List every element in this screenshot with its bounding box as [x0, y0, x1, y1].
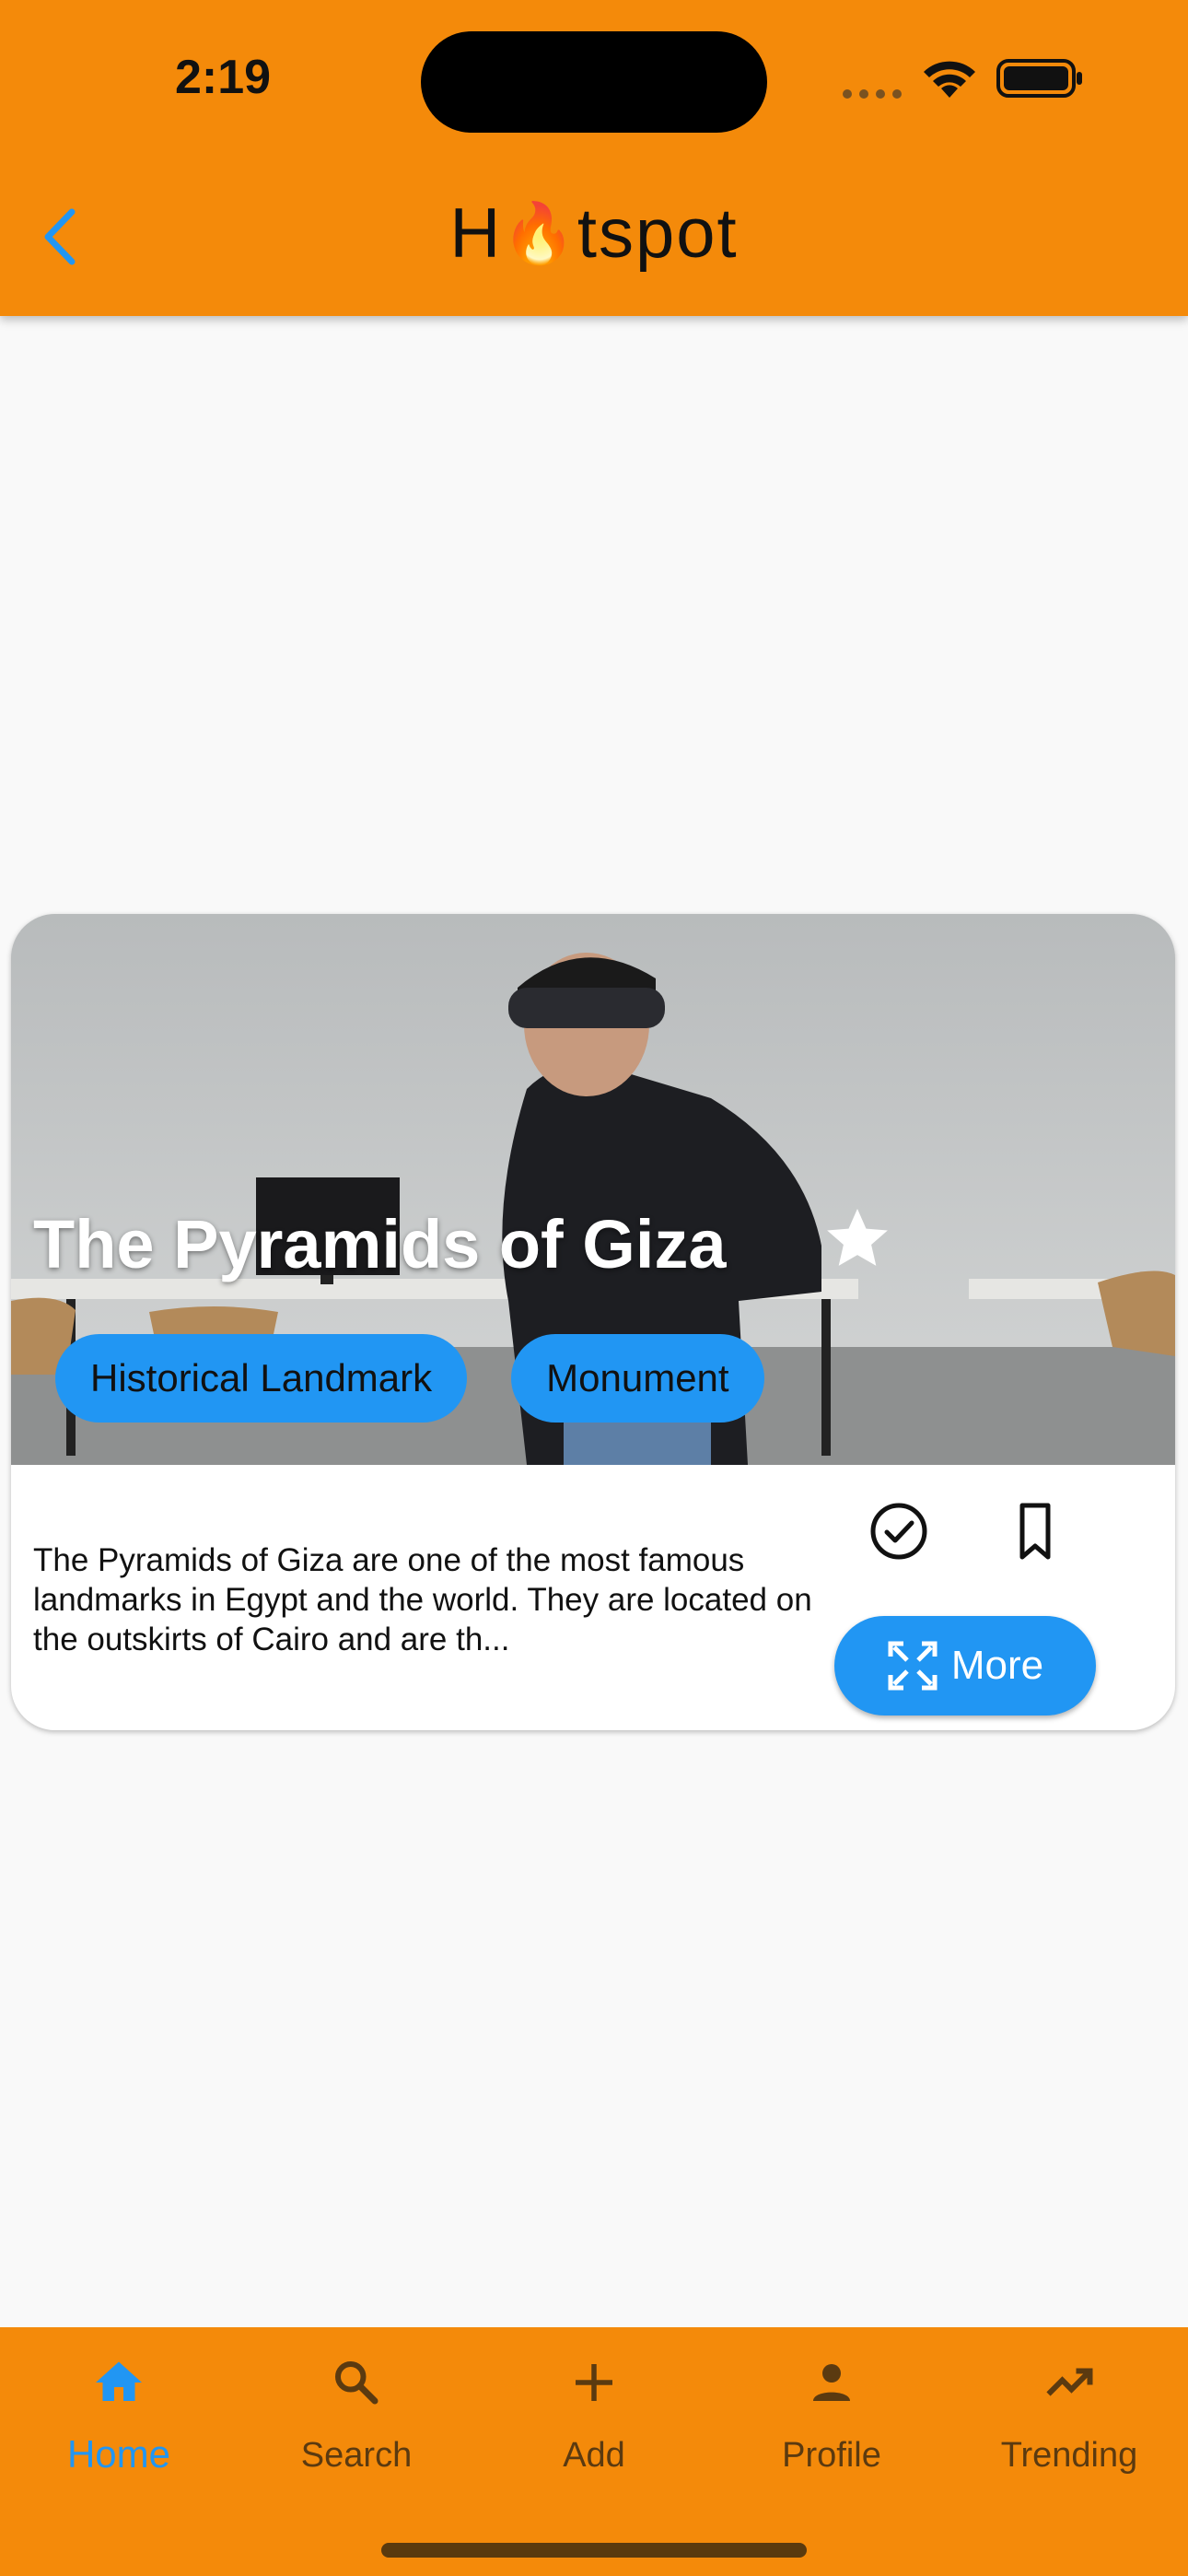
star-full-icon: [832, 1209, 1020, 1270]
profile-icon: [813, 2364, 850, 2401]
star-full-icon: [832, 1209, 1087, 1270]
nav-profile-label: Profile: [782, 2436, 881, 2475]
tag-list: Historical Landmark Monument: [55, 1334, 764, 1423]
nav-trending[interactable]: Trending: [950, 2327, 1188, 2512]
star-full-icon: [832, 1209, 954, 1270]
app-title-prefix: H: [449, 194, 503, 273]
wifi-icon: [924, 61, 975, 98]
nav-home[interactable]: Home: [0, 2327, 238, 2512]
tag-chip[interactable]: Monument: [511, 1334, 764, 1423]
nav-home-label: Home: [66, 2432, 171, 2476]
dynamic-island: [421, 31, 767, 133]
battery-icon: [996, 59, 1082, 98]
app-title: H🔥tspot: [0, 193, 1188, 274]
rating-stars: [827, 1209, 1153, 1282]
place-title: The Pyramids of Giza: [33, 1206, 727, 1282]
place-card[interactable]: The Pyramids of Giza Historical Landmark…: [11, 914, 1175, 1730]
search-icon: [335, 2361, 379, 2405]
check-circle-icon[interactable]: [862, 1494, 936, 1568]
home-indicator: [381, 2543, 807, 2558]
app-title-suffix: tspot: [577, 194, 739, 273]
cellular-signal-icon: [843, 89, 902, 99]
home-icon: [96, 2361, 142, 2401]
add-icon: [576, 2364, 612, 2401]
tag-chip[interactable]: Historical Landmark: [55, 1334, 468, 1423]
more-label: More: [950, 1643, 1044, 1688]
bookmark-icon[interactable]: [998, 1494, 1072, 1568]
nav-add-label: Add: [563, 2436, 625, 2475]
nav-profile[interactable]: Profile: [713, 2327, 950, 2512]
nav-add[interactable]: Add: [475, 2327, 713, 2512]
trending-icon: [1046, 2368, 1093, 2396]
status-time: 2:19: [175, 51, 272, 104]
star-half-icon: [827, 1209, 1153, 1270]
nav-trending-label: Trending: [1000, 2436, 1138, 2475]
nav-search-label: Search: [300, 2436, 413, 2475]
fullscreen-icon: [888, 1641, 938, 1691]
flame-icon: 🔥: [502, 200, 577, 266]
nav-search[interactable]: Search: [238, 2327, 475, 2512]
place-description: The Pyramids of Giza are one of the most…: [33, 1542, 812, 1657]
more-button[interactable]: More: [834, 1616, 1096, 1715]
bottom-navigation: Home Search Add Profile Trending: [0, 2327, 1188, 2576]
app-bar: 2:19 H🔥tspot: [0, 0, 1188, 316]
place-photo: The Pyramids of Giza Historical Landmark…: [11, 914, 1175, 1465]
